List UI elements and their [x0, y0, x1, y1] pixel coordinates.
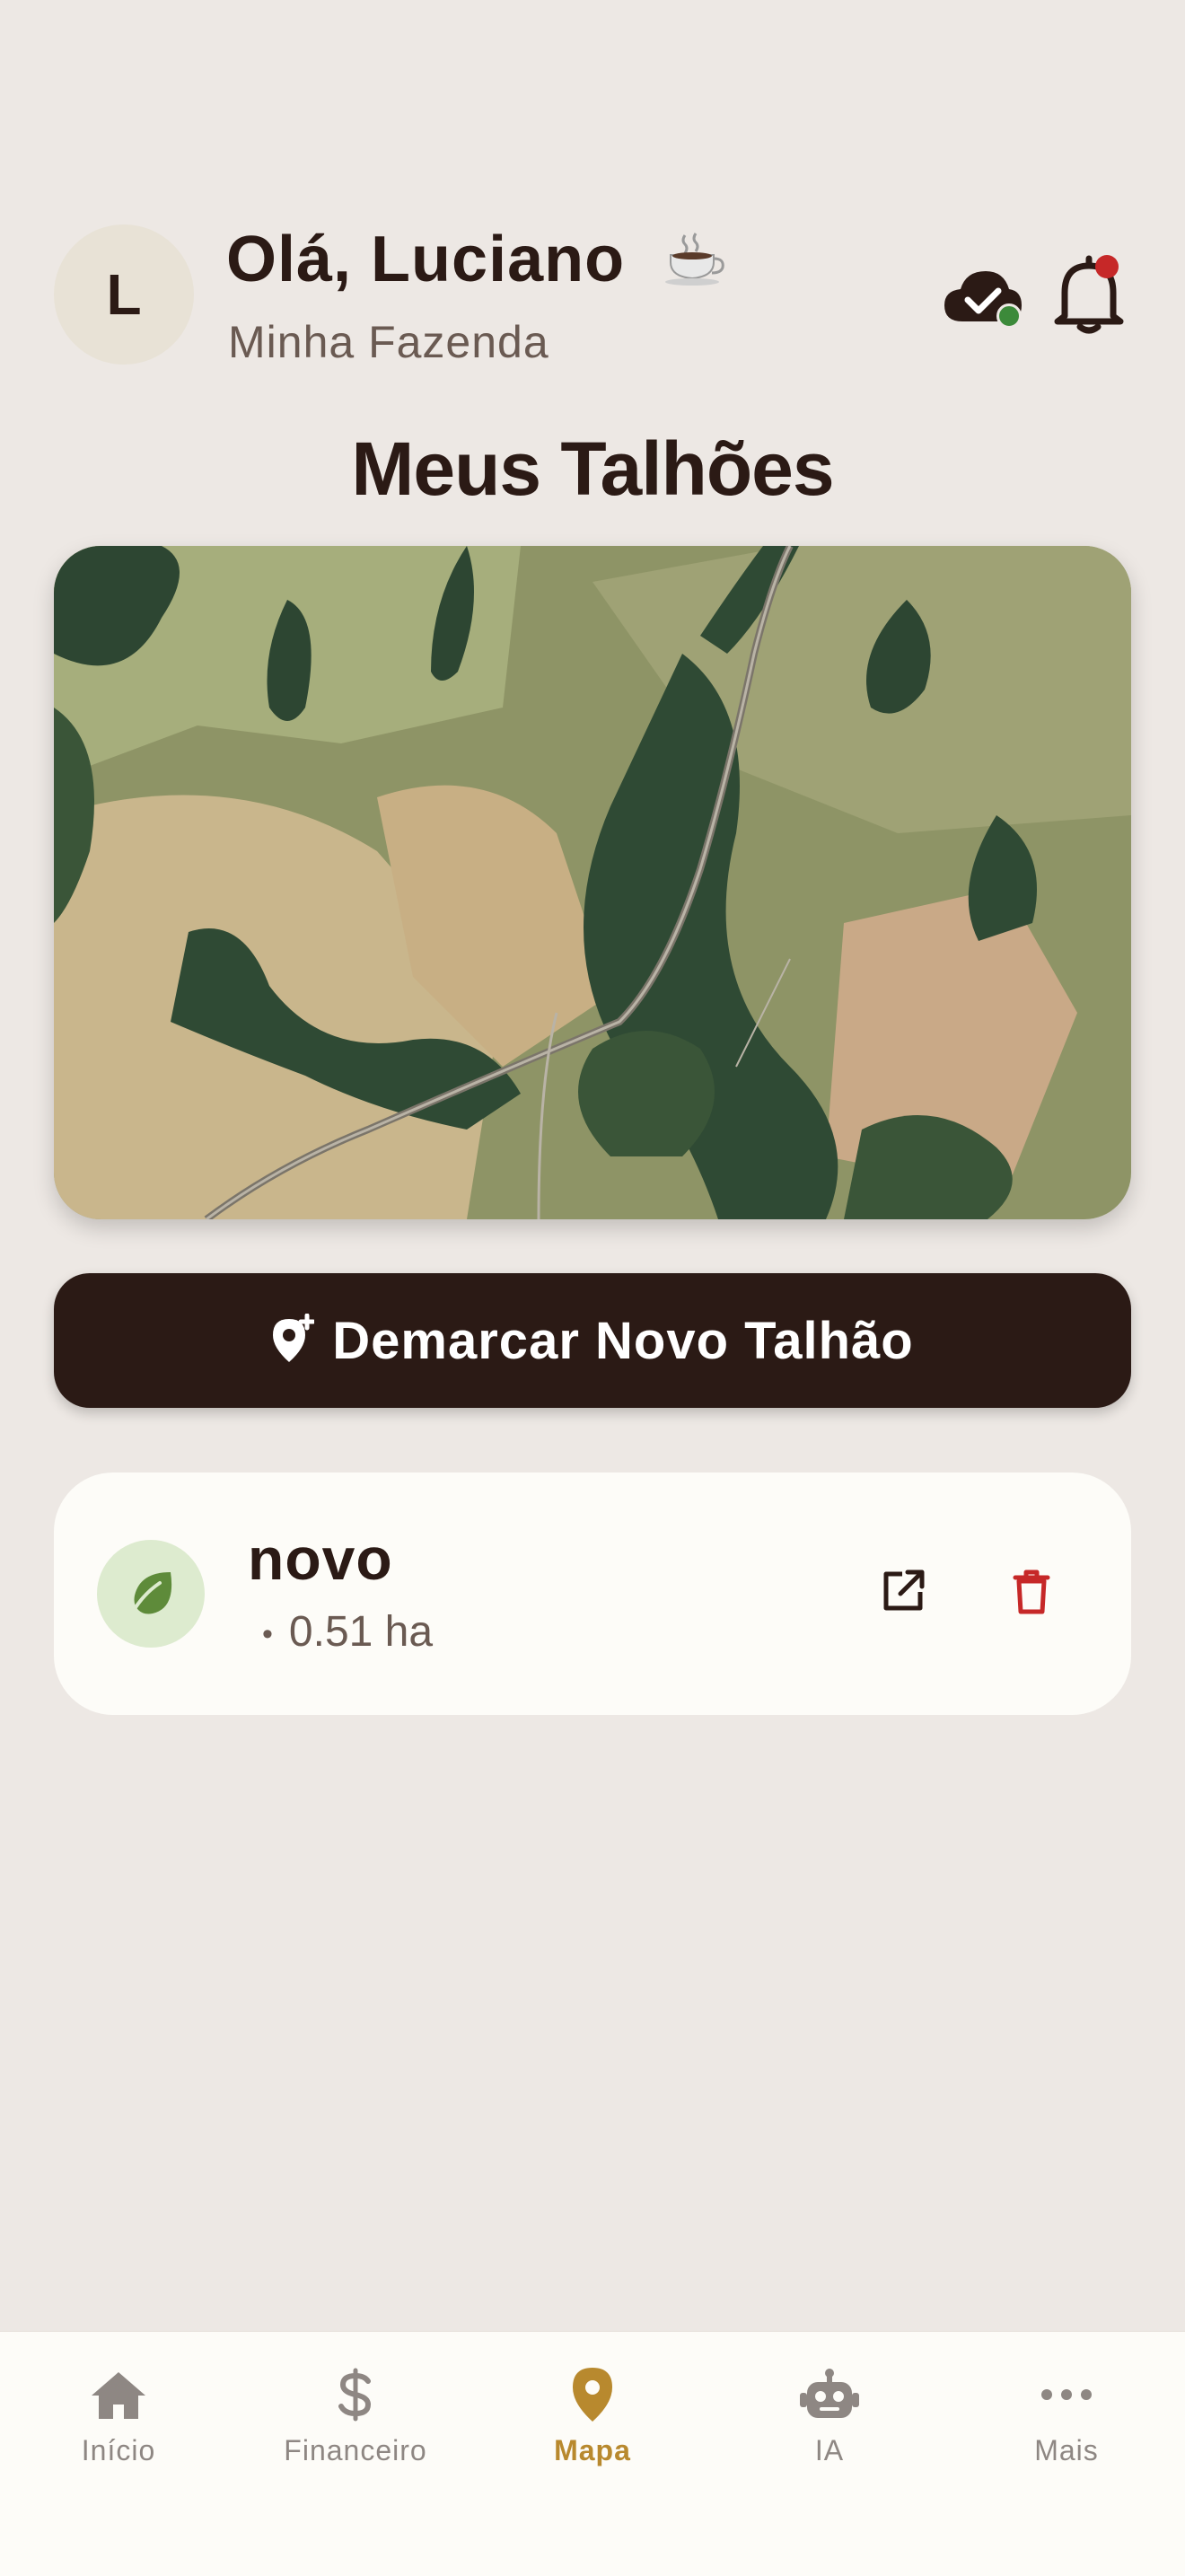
- bottom-navigation: Início Financeiro Mapa IA Mais: [0, 2331, 1185, 2576]
- nav-label-inicio: Início: [81, 2434, 156, 2466]
- demarcate-plot-label: Demarcar Novo Talhão: [332, 1311, 914, 1370]
- nav-item-ia[interactable]: IA: [711, 2359, 948, 2484]
- delete-plot-button[interactable]: [991, 1553, 1072, 1634]
- dollar-icon: [237, 2359, 474, 2431]
- nav-item-inicio[interactable]: Início: [0, 2359, 237, 2484]
- nav-item-financeiro[interactable]: Financeiro: [237, 2359, 474, 2484]
- plot-icon-circle: [97, 1540, 205, 1648]
- open-external-icon: [879, 1569, 926, 1620]
- robot-icon: [711, 2359, 948, 2431]
- nav-item-mapa[interactable]: Mapa: [474, 2359, 711, 2484]
- nav-label-mapa: Mapa: [554, 2434, 631, 2466]
- plot-area: • 0.51 ha: [262, 1607, 433, 1657]
- greeting: Olá, Luciano: [226, 223, 728, 301]
- demarcate-plot-button[interactable]: Demarcar Novo Talhão: [54, 1273, 1131, 1408]
- map-pin-icon: [474, 2359, 711, 2431]
- nav-label-ia: IA: [814, 2434, 845, 2466]
- greeting-text: Olá, Luciano: [226, 224, 626, 295]
- nav-label-financeiro: Financeiro: [284, 2434, 427, 2466]
- online-status-dot: [996, 303, 1022, 329]
- plot-name: novo: [248, 1525, 393, 1592]
- header: L Olá, Luciano Minha Fazenda: [54, 223, 1131, 367]
- page-title: Meus Talhões: [351, 426, 834, 511]
- home-icon: [0, 2359, 237, 2431]
- plot-card[interactable]: novo • 0.51 ha: [54, 1473, 1131, 1715]
- add-location-icon: [271, 1313, 316, 1368]
- trash-icon: [1012, 1569, 1051, 1620]
- more-icon: [948, 2359, 1185, 2431]
- leaf-icon: [127, 1569, 174, 1620]
- notification-badge: [1095, 255, 1119, 278]
- farm-name: Minha Fazenda: [228, 317, 549, 367]
- plot-area-value: 0.51 ha: [288, 1608, 434, 1656]
- coffee-cup-icon: [663, 227, 728, 301]
- bullet-dot: •: [262, 1616, 273, 1651]
- nav-label-mais: Mais: [1034, 2434, 1099, 2466]
- open-plot-button[interactable]: [862, 1553, 943, 1634]
- satellite-map[interactable]: [54, 546, 1131, 1219]
- avatar[interactable]: L: [54, 224, 194, 365]
- nav-item-mais[interactable]: Mais: [948, 2359, 1185, 2484]
